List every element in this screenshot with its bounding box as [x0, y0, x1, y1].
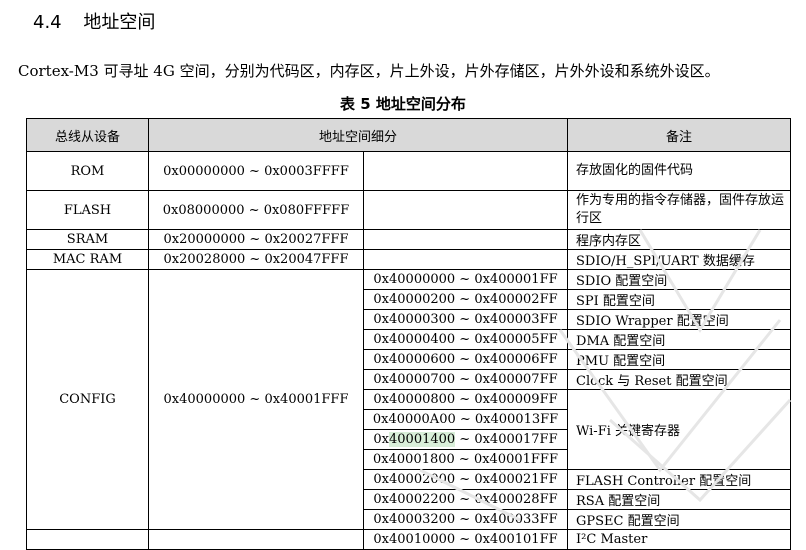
- address-space-table: 总线从设备 地址空间细分 备注 ROM 0x00000000 ~ 0x0003F…: [26, 118, 792, 550]
- device-cell: SRAM: [26, 229, 149, 250]
- table-row: SRAM 0x20000000 ~ 0x20027FFF 程序内存区: [26, 229, 792, 250]
- sub-note-cell: Clock 与 Reset 配置空间: [567, 369, 792, 390]
- section-number: 4.4: [33, 12, 62, 33]
- sub-range-cell: 0x40010000 ~ 0x400101FF: [362, 529, 569, 550]
- table-caption: 表 5 地址空间分布: [340, 95, 466, 113]
- sub-note-cell: RSA 配置空间: [567, 489, 792, 510]
- range-cell: 0x08000000 ~ 0x080FFFFF: [148, 190, 364, 230]
- range-cell: 0x20000000 ~ 0x20027FFF: [148, 229, 364, 250]
- empty-cell: [362, 151, 569, 191]
- sub-range-cell: 0x40000300 ~ 0x400003FF: [362, 309, 569, 330]
- sub-range-cell: 0x40000200 ~ 0x400002FF: [362, 289, 569, 310]
- sub-note-cell: DMA 配置空间: [567, 329, 792, 350]
- sub-range-cell: 0x40003200 ~ 0x400033FF: [362, 509, 569, 530]
- sub-range-cell: 0x40000000 ~ 0x400001FF: [362, 269, 569, 290]
- sub-range-cell: 0x40000400 ~ 0x400005FF: [362, 329, 569, 350]
- sub-range-cell: 0x40000600 ~ 0x400006FF: [362, 349, 569, 370]
- range-prefix: 0x: [373, 432, 389, 447]
- sub-note-cell: PMU 配置空间: [567, 349, 792, 370]
- sub-note-cell: FLASH Controller 配置空间: [567, 469, 792, 490]
- header-note: 备注: [567, 118, 792, 152]
- note-cell: 存放固化的固件代码: [567, 151, 792, 191]
- wifi-note-cell: Wi-Fi 关键寄存器: [567, 389, 792, 470]
- table-row: ROM 0x00000000 ~ 0x0003FFFF 存放固化的固件代码: [26, 151, 792, 191]
- header-device: 总线从设备: [26, 118, 149, 152]
- sub-note-cell: SDIO 配置空间: [567, 269, 792, 290]
- range-cell-config: 0x40000000 ~ 0x40001FFF: [148, 269, 364, 530]
- empty-cell: [26, 529, 149, 550]
- sub-range-cell: 0x40001800 ~ 0x40001FFF: [362, 449, 569, 470]
- table-row: 0x40010000 ~ 0x400101FF I²C Master: [26, 529, 792, 550]
- empty-cell: [362, 190, 569, 230]
- table-row: MAC RAM 0x20028000 ~ 0x20047FFF SDIO/H_S…: [26, 249, 792, 270]
- sub-note-cell: GPSEC 配置空间: [567, 509, 792, 530]
- device-cell: ROM: [26, 151, 149, 191]
- section-title: 地址空间: [83, 12, 156, 33]
- note-cell: SDIO/H_SPI/UART 数据缓存: [567, 249, 792, 270]
- empty-cell: [362, 229, 569, 250]
- device-cell: FLASH: [26, 190, 149, 230]
- header-address: 地址空间细分: [147, 118, 569, 152]
- table-row: CONFIG 0x40000000 ~ 0x40001FFF 0x4000000…: [26, 269, 792, 530]
- sub-range-cell: 0x40002200 ~ 0x400028FF: [362, 489, 569, 510]
- section-heading: 4.4 地址空间: [33, 8, 155, 34]
- note-cell: 作为专用的指令存储器，固件存放运行区: [567, 190, 792, 230]
- device-cell-config: CONFIG: [26, 269, 149, 530]
- range-suffix: ~ 0x400017FF: [455, 432, 558, 447]
- sub-range-cell: 0x40000A00 ~ 0x400013FF: [362, 409, 569, 430]
- table-header-row: 总线从设备 地址空间细分 备注: [26, 118, 792, 152]
- sub-note-cell: I²C Master: [567, 529, 792, 550]
- range-cell: 0x00000000 ~ 0x0003FFFF: [148, 151, 364, 191]
- table-row: FLASH 0x08000000 ~ 0x080FFFFF 作为专用的指令存储器…: [26, 190, 792, 230]
- sub-note-cell: SPI 配置空间: [567, 289, 792, 310]
- highlighted-address: 40001400: [389, 432, 456, 447]
- sub-range-cell: 0x40001400 ~ 0x400017FF: [362, 429, 569, 450]
- range-cell: 0x20028000 ~ 0x20047FFF: [148, 249, 364, 270]
- sub-range-cell: 0x40000700 ~ 0x400007FF: [362, 369, 569, 390]
- sub-range-cell: 0x40000800 ~ 0x400009FF: [362, 389, 569, 410]
- intro-paragraph: Cortex-M3 可寻址 4G 空间，分别为代码区，内存区，片上外设，片外存储…: [18, 62, 720, 80]
- device-cell: MAC RAM: [26, 249, 149, 270]
- note-cell: 程序内存区: [567, 229, 792, 250]
- sub-note-cell: SDIO Wrapper 配置空间: [567, 309, 792, 330]
- empty-cell: [148, 529, 364, 550]
- empty-cell: [362, 249, 569, 270]
- sub-range-cell: 0x40002000 ~ 0x400021FF: [362, 469, 569, 490]
